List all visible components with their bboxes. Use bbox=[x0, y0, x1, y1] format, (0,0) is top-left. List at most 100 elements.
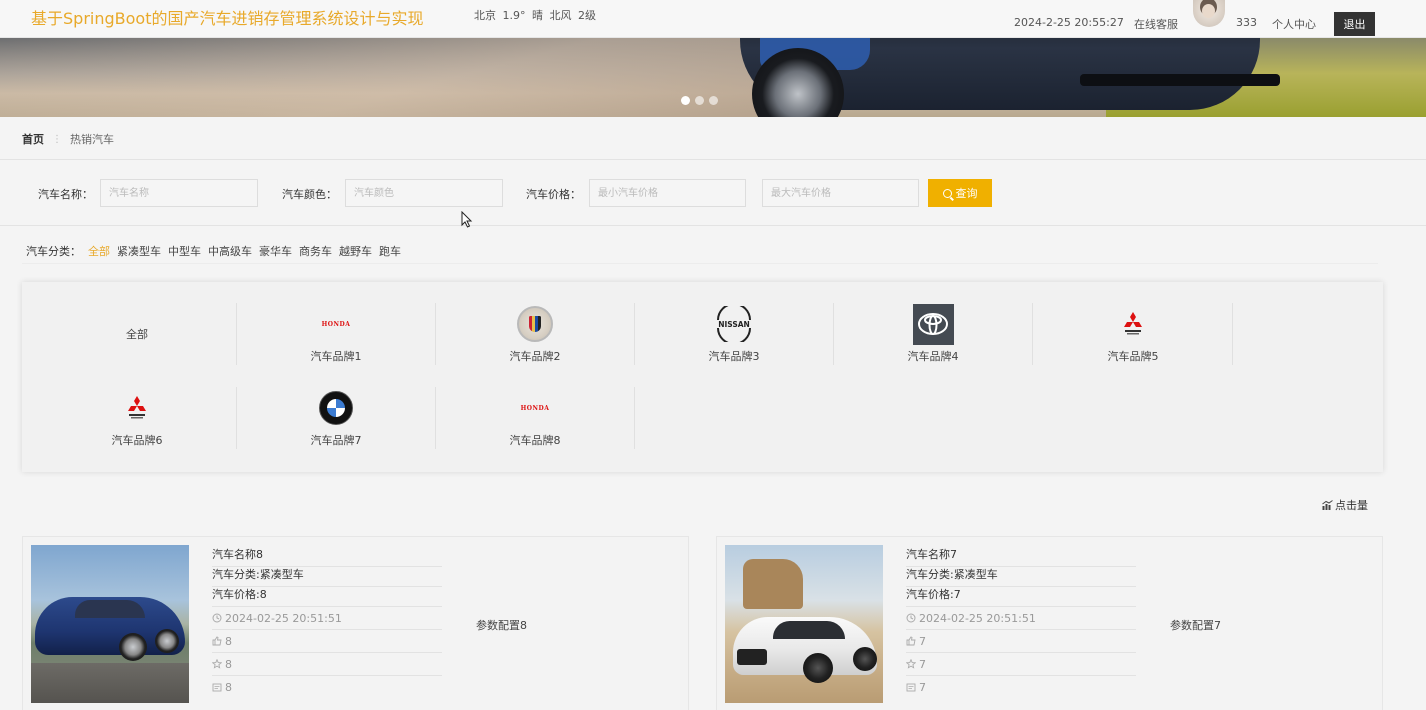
divider bbox=[0, 225, 1426, 226]
product-name[interactable]: 汽车名称8 bbox=[212, 547, 442, 567]
category-item-midsize[interactable]: 中型车 bbox=[168, 243, 201, 259]
mitsubishi-logo-icon bbox=[1111, 304, 1155, 344]
clock-icon bbox=[906, 613, 916, 623]
breadcrumb-current: 热销汽车 bbox=[70, 133, 114, 146]
comment-icon bbox=[906, 683, 916, 691]
product-comments: 8 bbox=[212, 676, 442, 699]
logout-button[interactable]: 退出 bbox=[1334, 12, 1375, 36]
product-time: 2024-02-25 20:51:51 bbox=[212, 607, 442, 630]
product-card[interactable]: 汽车名称8 汽车分类:紧凑型车 汽车价格:8 2024-02-25 20:51:… bbox=[22, 536, 689, 710]
site-title[interactable]: 基于SpringBoot的国产汽车进销存管理系统设计与实现 bbox=[31, 5, 423, 29]
product-card[interactable]: 汽车名称7 汽车分类:紧凑型车 汽车价格:7 2024-02-25 20:51:… bbox=[716, 536, 1383, 710]
category-item-upper-midsize[interactable]: 中高级车 bbox=[208, 243, 252, 259]
product-time: 2024-02-25 20:51:51 bbox=[906, 607, 1136, 630]
brand-item-1[interactable]: HONDA 汽车品牌1 bbox=[237, 303, 436, 365]
weather-info: 北京 1.9° 晴 北风 2级 bbox=[474, 9, 596, 22]
product-config[interactable]: 参数配置7 bbox=[1170, 617, 1221, 633]
sort-by-clicks[interactable]: 点击量 bbox=[1322, 497, 1368, 513]
top-header: 基于SpringBoot的国产汽车进销存管理系统设计与实现 北京 1.9° 晴 … bbox=[0, 0, 1426, 38]
brand-item-5[interactable]: 汽车品牌5 bbox=[1034, 303, 1233, 365]
product-comments: 7 bbox=[906, 676, 1136, 699]
search-icon bbox=[942, 188, 952, 198]
banner-car-splitter bbox=[1080, 74, 1280, 86]
max-price-input[interactable] bbox=[762, 179, 919, 207]
category-item-suv[interactable]: 越野车 bbox=[339, 243, 372, 259]
product-favorites: 7 bbox=[906, 653, 1136, 676]
clock-icon bbox=[212, 613, 222, 623]
breadcrumb-separator-icon: ⋮ bbox=[52, 133, 62, 145]
brand-name: 汽车品牌4 bbox=[907, 350, 959, 363]
brand-item-3[interactable]: NISSAN 汽车品牌3 bbox=[635, 303, 834, 365]
product-config[interactable]: 参数配置8 bbox=[476, 617, 527, 633]
online-service-link[interactable]: 在线客服 bbox=[1134, 16, 1178, 32]
divider bbox=[22, 263, 1378, 264]
product-info: 汽车名称7 汽车分类:紧凑型车 汽车价格:7 2024-02-25 20:51:… bbox=[906, 547, 1136, 699]
car-name-input[interactable] bbox=[100, 179, 258, 207]
category-item-luxury[interactable]: 豪华车 bbox=[259, 243, 292, 259]
brand-item-2[interactable]: 汽车品牌2 bbox=[436, 303, 635, 365]
brand-item-4[interactable]: 汽车品牌4 bbox=[834, 303, 1033, 365]
cadillac-logo-icon bbox=[513, 304, 557, 344]
brand-name: 汽车品牌8 bbox=[509, 434, 561, 447]
brand-name: 汽车品牌3 bbox=[708, 350, 760, 363]
price-label: 汽车价格： bbox=[526, 188, 581, 201]
category-filter: 汽车分类： 全部 紧凑型车 中型车 中高级车 豪华车 商务车 越野车 跑车 bbox=[26, 243, 401, 259]
category-label: 汽车分类： bbox=[26, 245, 81, 258]
hero-banner[interactable] bbox=[0, 38, 1426, 117]
query-button[interactable]: 查询 bbox=[928, 179, 992, 207]
product-favorites: 8 bbox=[212, 653, 442, 676]
color-label: 汽车颜色： bbox=[282, 188, 337, 201]
banner-dot-1[interactable] bbox=[681, 96, 690, 105]
brand-name: 汽车品牌7 bbox=[310, 434, 362, 447]
query-button-label: 查询 bbox=[955, 187, 978, 200]
car-color-input[interactable] bbox=[345, 179, 503, 207]
mouse-cursor-icon bbox=[461, 211, 473, 228]
toyota-logo-icon bbox=[911, 303, 955, 345]
category-item-compact[interactable]: 紧凑型车 bbox=[117, 243, 161, 259]
mitsubishi-logo-icon bbox=[115, 388, 159, 428]
breadcrumb: 首页 ⋮ 热销汽车 bbox=[22, 131, 114, 147]
username[interactable]: 333 bbox=[1236, 16, 1257, 29]
divider bbox=[0, 159, 1426, 160]
comment-icon bbox=[212, 683, 222, 691]
product-image[interactable] bbox=[31, 545, 189, 703]
breadcrumb-home[interactable]: 首页 bbox=[22, 131, 44, 147]
product-info: 汽车名称8 汽车分类:紧凑型车 汽车价格:8 2024-02-25 20:51:… bbox=[212, 547, 442, 699]
min-price-input[interactable] bbox=[589, 179, 746, 207]
product-name[interactable]: 汽车名称7 bbox=[906, 547, 1136, 567]
star-icon bbox=[906, 659, 916, 669]
product-image[interactable] bbox=[725, 545, 883, 703]
category-item-sports[interactable]: 跑车 bbox=[379, 243, 401, 259]
personal-center-link[interactable]: 个人中心 bbox=[1272, 16, 1316, 32]
product-price: 汽车价格:7 bbox=[906, 587, 1136, 607]
nissan-logo-icon: NISSAN bbox=[712, 304, 756, 344]
svg-text:NISSAN: NISSAN bbox=[718, 320, 750, 329]
sort-label: 点击量 bbox=[1335, 499, 1368, 512]
product-category: 汽车分类:紧凑型车 bbox=[906, 567, 1136, 587]
brand-item-6[interactable]: 汽车品牌6 bbox=[38, 387, 237, 449]
chart-icon bbox=[1322, 500, 1333, 510]
honda-logo-icon: HONDA bbox=[520, 404, 550, 412]
product-price: 汽车价格:8 bbox=[212, 587, 442, 607]
header-datetime: 2024-2-25 20:55:27 bbox=[1014, 16, 1124, 29]
brand-name: 汽车品牌5 bbox=[1107, 350, 1159, 363]
name-label: 汽车名称： bbox=[38, 188, 93, 201]
honda-logo-icon: HONDA bbox=[321, 320, 351, 328]
brand-item-7[interactable]: 汽车品牌7 bbox=[237, 387, 436, 449]
bmw-logo-icon bbox=[314, 388, 358, 428]
product-category: 汽车分类:紧凑型车 bbox=[212, 567, 442, 587]
banner-road bbox=[0, 38, 800, 117]
banner-dot-3[interactable] bbox=[709, 96, 718, 105]
brand-panel: 全部 HONDA 汽车品牌1 汽车品牌2 NISSAN 汽车品牌3 汽车品牌4 … bbox=[22, 282, 1383, 472]
user-avatar[interactable] bbox=[1193, 0, 1225, 27]
brand-name: 汽车品牌6 bbox=[111, 434, 163, 447]
thumbs-up-icon bbox=[212, 636, 222, 646]
category-item-all[interactable]: 全部 bbox=[88, 243, 110, 259]
brand-item-all[interactable]: 全部 bbox=[38, 303, 237, 365]
banner-dots bbox=[681, 96, 718, 105]
star-icon bbox=[212, 659, 222, 669]
category-item-business[interactable]: 商务车 bbox=[299, 243, 332, 259]
thumbs-up-icon bbox=[906, 636, 916, 646]
banner-dot-2[interactable] bbox=[695, 96, 704, 105]
brand-item-8[interactable]: HONDA 汽车品牌8 bbox=[436, 387, 635, 449]
